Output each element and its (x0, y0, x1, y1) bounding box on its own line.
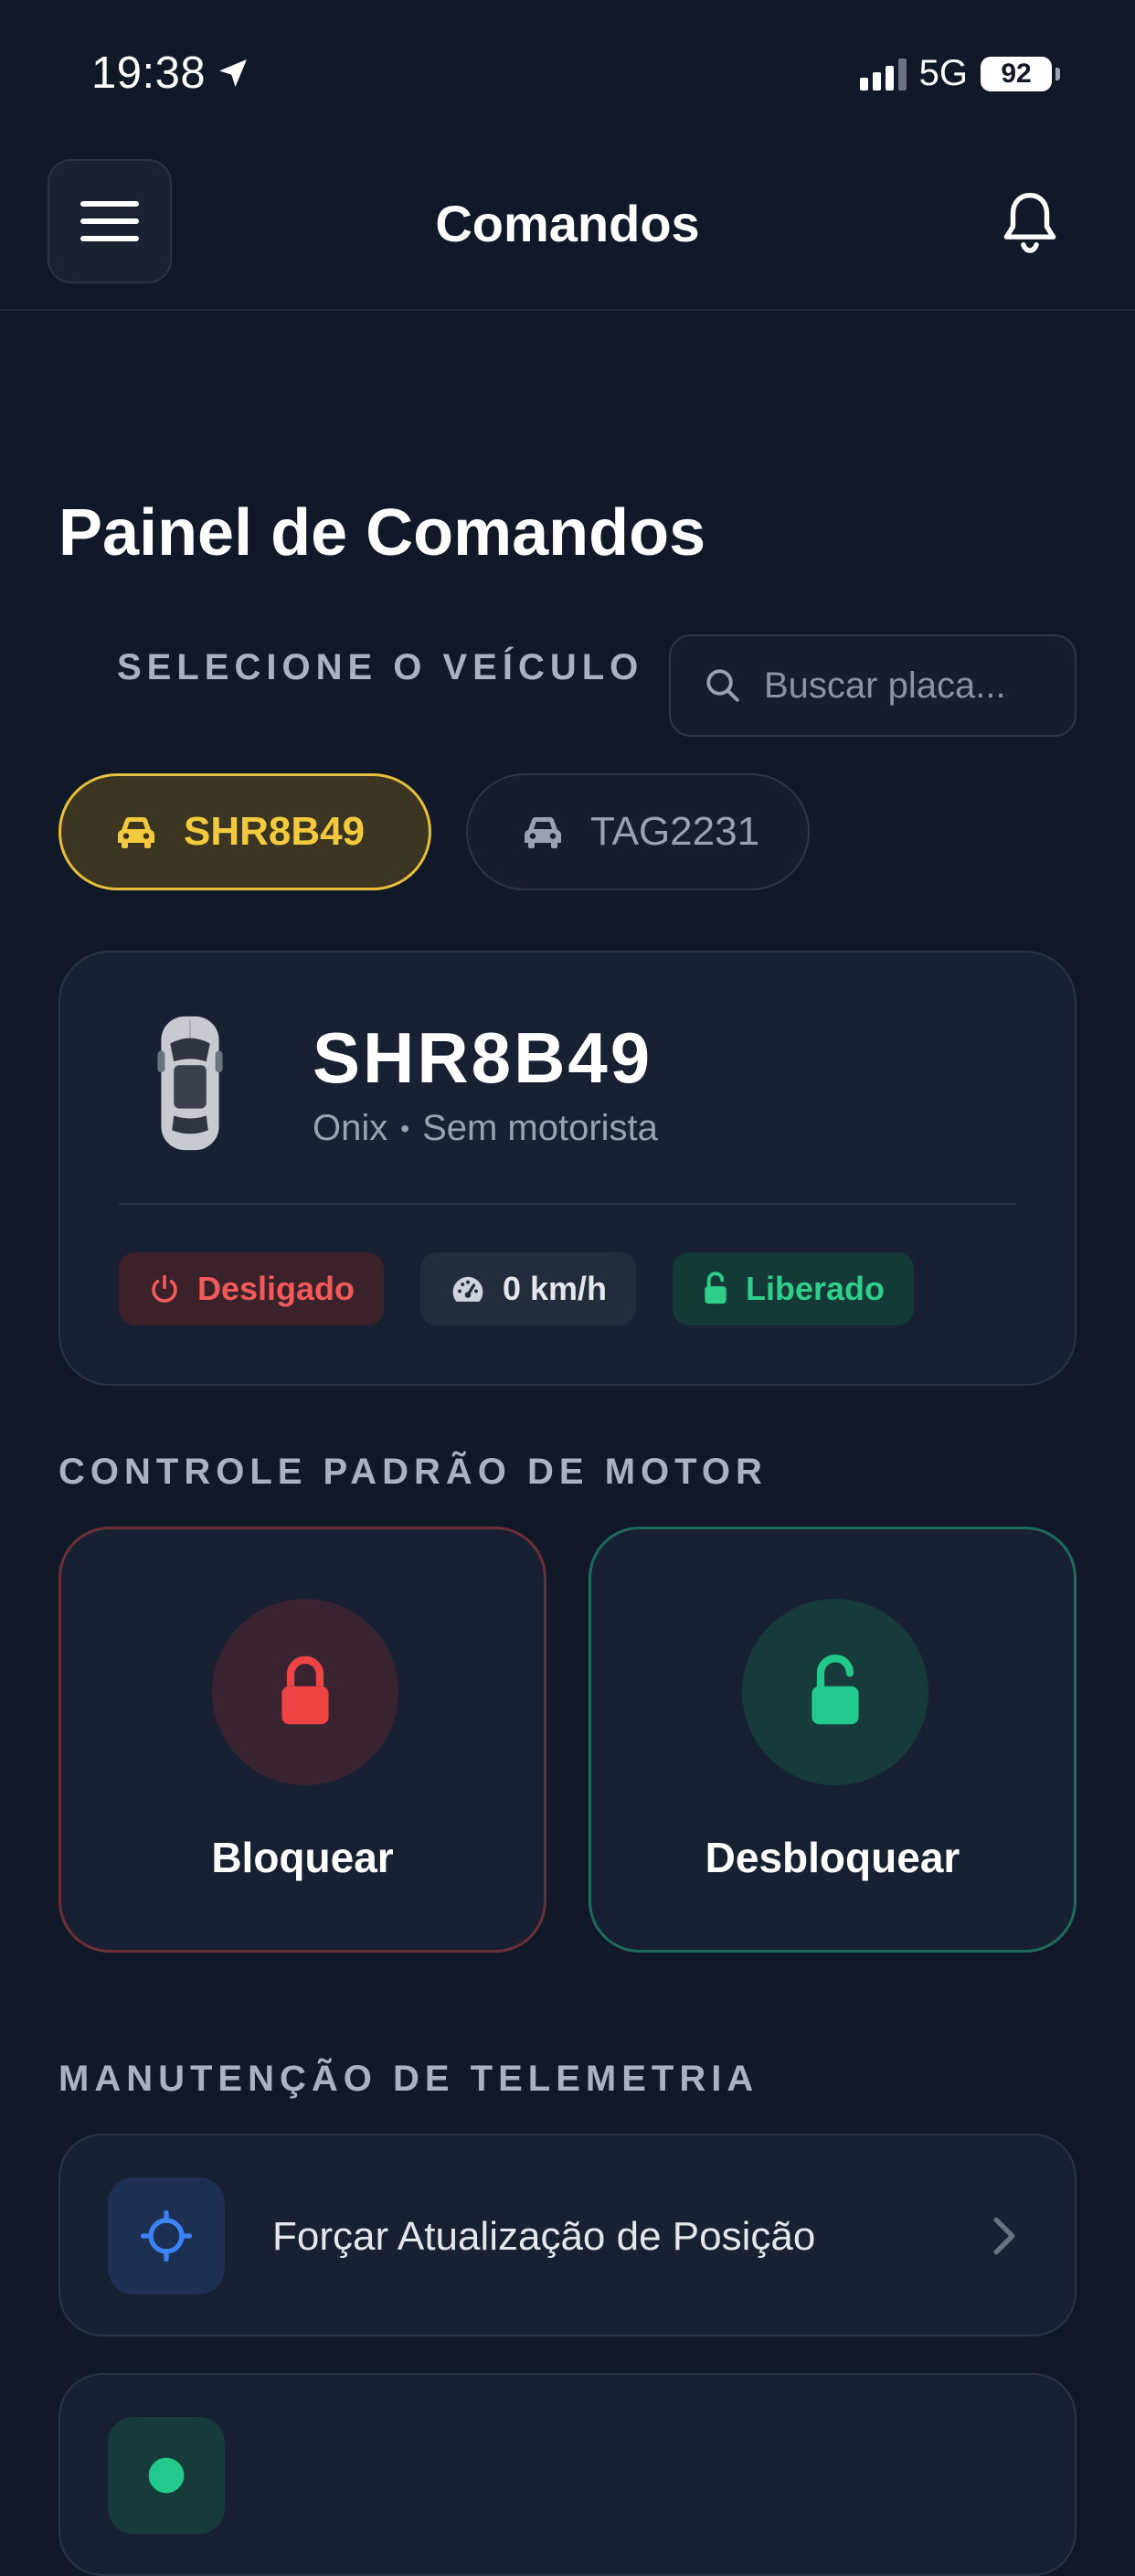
search-input[interactable] (762, 664, 1058, 708)
vehicle-subtitle: Onix • Sem motorista (313, 1108, 658, 1149)
unlocked-padlock-icon (811, 1655, 859, 1725)
plate-search-field[interactable] (669, 634, 1077, 737)
telemetry-icon-box (108, 2417, 225, 2534)
block-engine-button[interactable]: Bloquear (58, 1527, 546, 1953)
vehicle-chip-label: SHR8B49 (184, 809, 366, 854)
car-top-view-image (157, 1016, 223, 1151)
vehicle-plate: SHR8B49 (313, 1017, 653, 1098)
status-bar-indicators: 5G 92 (859, 53, 1060, 94)
chevron-right-icon (993, 2217, 1015, 2255)
notification-bell-icon[interactable] (998, 190, 1062, 258)
speedometer-icon (452, 1276, 483, 1302)
force-position-update-button[interactable]: Forçar Atualização de Posição (58, 2134, 1077, 2336)
telemetry-section-label: MANUTENÇÃO DE TELEMETRIA (58, 2059, 759, 2099)
status-time-text: 19:38 (91, 48, 207, 98)
telemetry-item-second[interactable] (58, 2373, 1077, 2576)
vehicle-chip-shr8b49[interactable]: SHR8B49 (58, 773, 431, 890)
select-vehicle-label: SELECIONE O VEÍCULO (117, 647, 644, 687)
page-title: Painel de Comandos (58, 496, 706, 569)
vehicle-driver: Sem motorista (422, 1108, 658, 1148)
car-icon (118, 817, 154, 848)
header-title: Comandos (435, 195, 700, 252)
lock-icon-circle (212, 1599, 398, 1785)
location-arrow-icon (219, 59, 248, 87)
vehicle-model: Onix (313, 1108, 388, 1148)
battery-level: 92 (1001, 58, 1032, 89)
card-divider (119, 1203, 1016, 1205)
vehicle-chip-tag2231[interactable]: TAG2231 (466, 773, 810, 890)
lock-status-text: Liberado (746, 1270, 886, 1307)
motor-control-section-label: CONTROLE PADRÃO DE MOTOR (58, 1452, 768, 1492)
engine-status-badge: Desligado (119, 1252, 385, 1325)
vehicle-chip-label: TAG2231 (590, 809, 760, 854)
locked-padlock-icon (281, 1655, 329, 1725)
unblock-engine-button[interactable]: Desbloquear (589, 1527, 1077, 1953)
speed-text: 0 km/h (503, 1270, 608, 1307)
car-icon (525, 817, 561, 848)
power-icon (152, 1274, 177, 1303)
engine-status-text: Desligado (197, 1270, 355, 1307)
cellular-signal-icon (859, 58, 907, 90)
unlocked-padlock-icon (705, 1272, 727, 1304)
unlock-icon-circle (742, 1599, 928, 1785)
speed-badge: 0 km/h (420, 1252, 637, 1325)
unblock-engine-label: Desbloquear (705, 1834, 960, 1881)
network-type: 5G (918, 53, 968, 93)
battery-icon: 92 (981, 56, 1052, 91)
telemetry-item-label: Forçar Atualização de Posição (272, 2214, 816, 2259)
battery-nub (1055, 67, 1060, 80)
crosshair-icon (140, 2209, 193, 2262)
header-divider (0, 309, 1135, 311)
search-icon (706, 669, 739, 702)
block-engine-label: Bloquear (211, 1834, 394, 1881)
crosshair-icon-box (108, 2177, 225, 2294)
lock-status-badge: Liberado (673, 1252, 915, 1325)
status-bar-time: 19:38 (91, 48, 251, 99)
subtitle-separator: • (400, 1113, 410, 1143)
